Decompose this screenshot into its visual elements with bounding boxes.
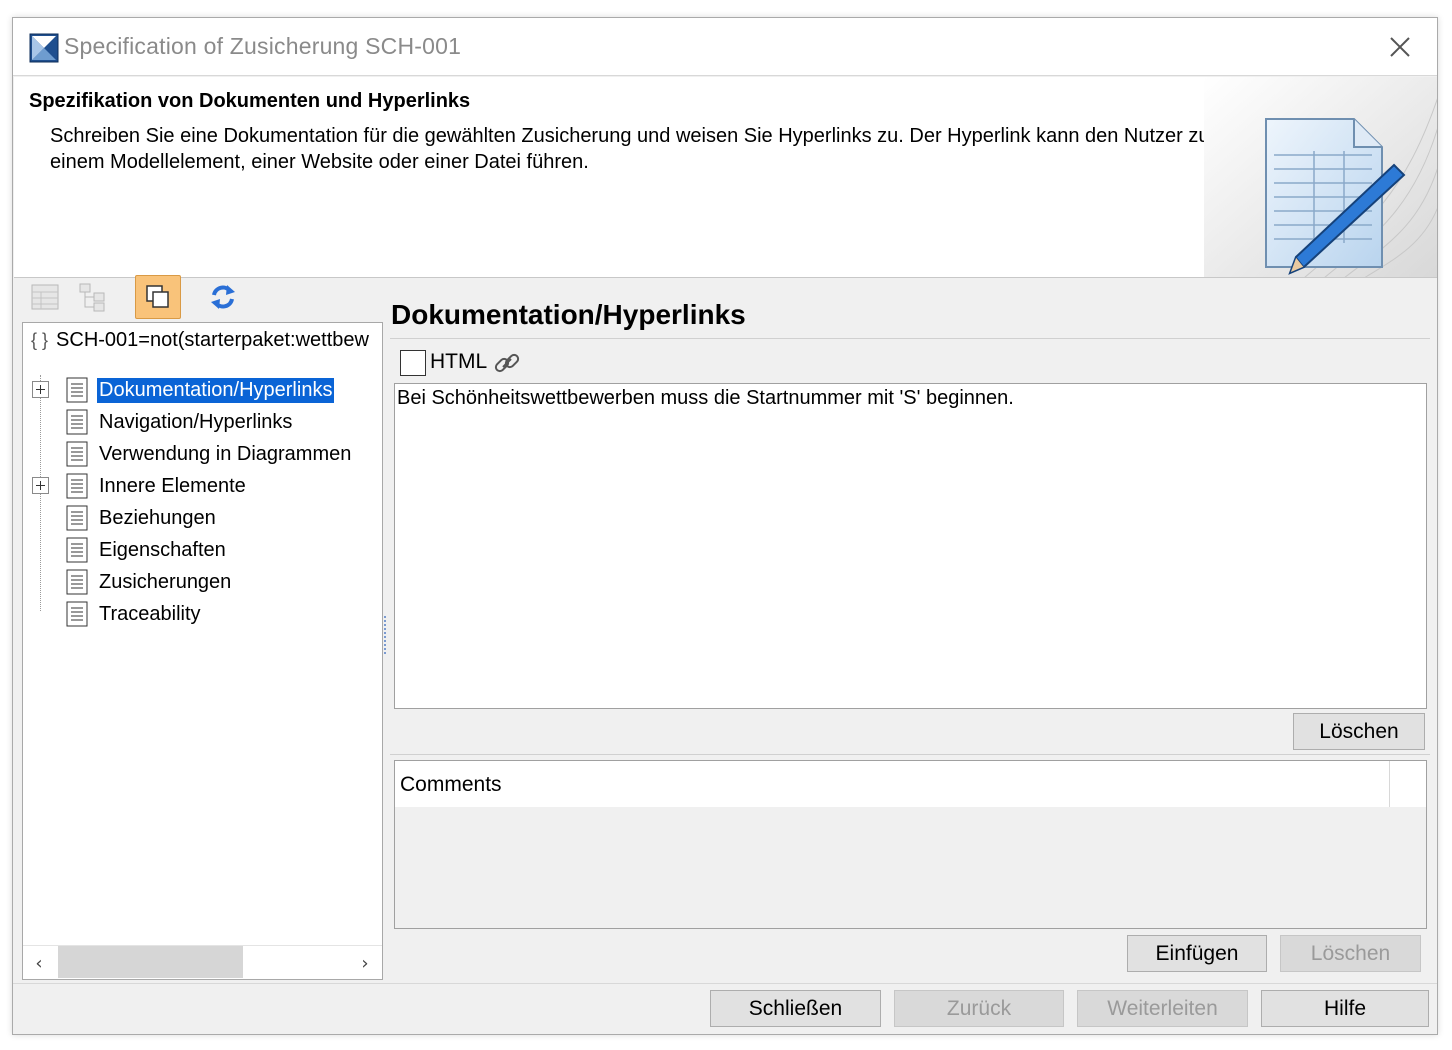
header-title: Spezifikation von Dokumenten und Hyperli…: [29, 90, 471, 112]
document-pencil-icon: [1204, 77, 1437, 277]
tree-item-innere-elemente[interactable]: Innere Elemente: [65, 471, 248, 501]
divider: [13, 983, 1437, 984]
clear-documentation-button[interactable]: Löschen: [1293, 713, 1425, 750]
tree-item-label: Beziehungen: [99, 506, 216, 529]
tree-item-label: Innere Elemente: [99, 474, 246, 497]
duplicate-icon: [146, 285, 169, 308]
html-checkbox[interactable]: [400, 350, 426, 376]
tree-item-label: Dokumentation/Hyperlinks: [97, 377, 335, 403]
insert-comment-button[interactable]: Einfügen: [1127, 935, 1267, 972]
refresh-button[interactable]: [200, 275, 246, 319]
delete-comment-button[interactable]: Löschen: [1280, 935, 1421, 972]
document-icon: [66, 409, 88, 435]
tree-horizontal-scrollbar[interactable]: ‹ ›: [23, 945, 382, 979]
scroll-right-icon[interactable]: ›: [355, 953, 375, 974]
expand-icon[interactable]: [32, 477, 49, 494]
document-icon: [66, 441, 88, 467]
tree-item-beziehungen[interactable]: Beziehungen: [65, 503, 218, 533]
tree-item-label: Traceability: [99, 602, 201, 625]
document-icon: [66, 473, 88, 499]
tree-item-navigation-hyperlinks[interactable]: Navigation/Hyperlinks: [65, 407, 294, 437]
tree-root-label: SCH-001=not(starterpaket:wettbew: [56, 329, 369, 351]
tree-view-icon: [79, 283, 105, 312]
specification-tree: { } SCH-001=not(starterpaket:wettbew Doku…: [22, 322, 383, 980]
tree-root[interactable]: { } SCH-001=not(starterpaket:wettbew: [31, 329, 369, 352]
tree-toolbar: [20, 275, 380, 321]
scroll-left-icon[interactable]: ‹: [29, 953, 49, 974]
tree-item-traceability[interactable]: Traceability: [65, 599, 203, 629]
tree-item-label: Navigation/Hyperlinks: [99, 410, 293, 433]
tree-item-verwendung-in-diagrammen[interactable]: Verwendung in Diagrammen: [65, 439, 353, 469]
document-icon: [66, 569, 88, 595]
document-icon: [66, 377, 88, 403]
divider: [390, 754, 1430, 755]
back-button[interactable]: Zurück: [894, 990, 1064, 1027]
hyperlink-icon[interactable]: [492, 348, 522, 378]
comments-table[interactable]: Comments: [394, 760, 1427, 929]
refresh-icon: [211, 285, 235, 309]
title-bar: Specification of Zusicherung SCH-001: [13, 18, 1437, 76]
document-icon: [66, 601, 88, 627]
table-view-icon: [31, 284, 59, 310]
comments-header-corner: [1389, 761, 1426, 807]
html-label: HTML: [430, 350, 488, 373]
header-panel: Spezifikation von Dokumenten und Hyperli…: [14, 77, 1437, 278]
close-icon[interactable]: [1383, 30, 1417, 64]
tree-view-button[interactable]: [70, 275, 116, 319]
constraint-icon: { }: [31, 330, 49, 350]
header-description: Schreiben Sie eine Dokumentation für die…: [50, 125, 1210, 173]
app-logo-icon: [29, 33, 59, 63]
table-view-button[interactable]: [22, 275, 68, 319]
scrollbar-thumb[interactable]: [58, 946, 243, 978]
tree-item-label: Eigenschaften: [99, 538, 226, 561]
document-icon: [66, 505, 88, 531]
help-button[interactable]: Hilfe: [1261, 990, 1429, 1027]
window-title: Specification of Zusicherung SCH-001: [64, 33, 462, 59]
duplicate-button[interactable]: [135, 275, 181, 319]
tree-item-zusicherungen[interactable]: Zusicherungen: [65, 567, 233, 597]
pane-title: Dokumentation/Hyperlinks: [391, 299, 746, 330]
close-button[interactable]: Schließen: [710, 990, 881, 1027]
tree-item-dokumentation-hyperlinks[interactable]: Dokumentation/Hyperlinks: [65, 375, 335, 405]
expand-icon[interactable]: [32, 381, 49, 398]
tree-item-label: Verwendung in Diagrammen: [99, 442, 352, 465]
document-icon: [66, 537, 88, 563]
comments-column-header: Comments: [395, 761, 1389, 807]
documentation-textarea[interactable]: Bei Schönheitswettbewerben muss die Star…: [394, 383, 1427, 709]
divider: [390, 338, 1430, 339]
pane-splitter[interactable]: [384, 616, 386, 654]
tree-item-eigenschaften[interactable]: Eigenschaften: [65, 535, 228, 565]
forward-button[interactable]: Weiterleiten: [1077, 990, 1248, 1027]
tree-item-label: Zusicherungen: [99, 570, 232, 593]
